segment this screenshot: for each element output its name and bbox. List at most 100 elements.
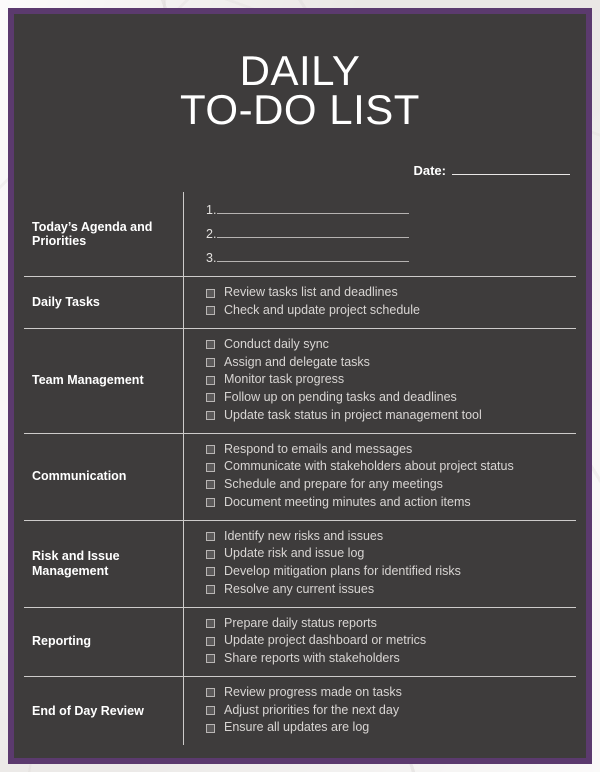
task-label: Identify new risks and issues — [224, 528, 384, 543]
line-number: 1. — [206, 203, 217, 218]
task-item: Conduct daily sync — [206, 336, 572, 354]
task-item: Review progress made on tasks — [206, 684, 572, 702]
checkbox-icon[interactable] — [206, 688, 215, 698]
priority-input[interactable] — [217, 253, 410, 263]
task-item: Update project dashboard or metrics — [206, 632, 572, 650]
task-label: Ensure all updates are log — [224, 720, 370, 735]
row-label-communication: Communication — [24, 433, 184, 520]
priority-input[interactable] — [217, 229, 410, 239]
sheet-frame: DAILY TO-DO LIST Date: Today’s Agenda an… — [8, 8, 592, 764]
task-item: Update risk and issue log — [206, 545, 572, 563]
task-label: Respond to emails and messages — [224, 441, 413, 456]
task-item: Identify new risks and issues — [206, 528, 572, 546]
row-items: Identify new risks and issues Update risk… — [184, 521, 576, 607]
task-label: Update task status in project management… — [224, 407, 482, 422]
task-label: Adjust priorities for the next day — [224, 702, 400, 717]
checkbox-icon[interactable] — [206, 498, 215, 508]
row-items: 1. 2. 3. — [184, 192, 576, 276]
table-row: Daily Tasks Review tasks list and deadlin… — [24, 276, 576, 328]
page-title: DAILY TO-DO LIST — [14, 14, 586, 133]
task-label: Review progress made on tasks — [224, 684, 402, 699]
row-items: Prepare daily status reports Update proje… — [184, 608, 576, 676]
task-label: Update project dashboard or metrics — [224, 633, 427, 648]
checkbox-icon[interactable] — [206, 549, 215, 559]
task-item: Schedule and prepare for any meetings — [206, 476, 572, 494]
title-line-1: DAILY — [239, 47, 361, 94]
todo-table: Today’s Agenda and Priorities 1. 2. 3. Daily… — [24, 192, 576, 745]
row-items: Respond to emails and messages Communicat… — [184, 434, 576, 520]
row-label-reporting: Reporting — [24, 607, 184, 676]
task-item: Assign and delegate tasks — [206, 354, 572, 372]
title-line-2: TO-DO LIST — [180, 85, 420, 133]
task-label: Update risk and issue log — [224, 546, 365, 561]
task-item: Communicate with stakeholders about proj… — [206, 458, 572, 476]
table-row: Team Management Conduct daily sync Assign … — [24, 327, 576, 433]
checkbox-icon[interactable] — [206, 462, 215, 472]
row-items: Conduct daily sync Assign and delegate ta… — [184, 329, 576, 433]
table-row: Communication Respond to emails and messa… — [24, 432, 576, 520]
numbered-line: 3. — [206, 251, 572, 265]
task-item: Prepare daily status reports — [206, 615, 572, 633]
table-row: Today’s Agenda and Priorities 1. 2. 3. — [24, 192, 576, 277]
row-label-end-of-day-review: End of Day Review — [24, 676, 184, 745]
task-item: Develop mitigation plans for identified … — [206, 563, 572, 581]
row-items: Review progress made on tasks Adjust prio… — [184, 677, 576, 745]
checkbox-icon[interactable] — [206, 393, 215, 403]
checkbox-icon[interactable] — [206, 411, 215, 421]
task-item: Document meeting minutes and action item… — [206, 494, 572, 512]
row-label-todays-agenda-and-priorities: Today’s Agenda and Priorities — [24, 192, 184, 277]
task-item: Update task status in project management… — [206, 407, 572, 425]
task-item: Respond to emails and messages — [206, 441, 572, 459]
date-label: Date — [413, 163, 442, 179]
task-label: Communicate with stakeholders about proj… — [224, 459, 514, 474]
checkbox-icon[interactable] — [206, 723, 215, 733]
task-label: Prepare daily status reports — [224, 615, 377, 630]
checkbox-icon[interactable] — [206, 444, 215, 454]
task-item: Adjust priorities for the next day — [206, 702, 572, 720]
task-label: Follow up on pending tasks and deadlines — [224, 390, 457, 404]
row-label-daily-tasks: Daily Tasks — [24, 277, 184, 328]
task-item: Review tasks list and deadlines — [206, 284, 572, 302]
task-item: Resolve any current issues — [206, 581, 572, 599]
task-item: Share reports with stakeholders — [206, 650, 572, 668]
table-row: Reporting Prepare daily status reports Upd… — [24, 606, 576, 676]
date-colon: : — [441, 163, 446, 179]
task-item: Monitor task progress — [206, 371, 572, 389]
checkbox-icon[interactable] — [206, 375, 215, 385]
table-row: Risk and Issue Management Identify new ri… — [24, 519, 576, 607]
numbered-line: 2. — [206, 227, 572, 241]
task-label: Review tasks list and deadlines — [224, 285, 398, 300]
checkbox-icon[interactable] — [206, 288, 215, 298]
task-label: Schedule and prepare for any meetings — [224, 477, 443, 491]
table-row: End of Day Review Review progress made on… — [24, 675, 576, 745]
task-item: Follow up on pending tasks and deadlines — [206, 389, 572, 407]
task-item: Ensure all updates are log — [206, 719, 572, 737]
task-item: Check and update project schedule — [206, 302, 572, 320]
numbered-line: 1. — [206, 203, 572, 217]
task-label: Assign and delegate tasks — [224, 354, 370, 369]
row-label-team-management: Team Management — [24, 328, 184, 433]
task-label: Develop mitigation plans for identified … — [224, 564, 461, 578]
todo-sheet: DAILY TO-DO LIST Date: Today’s Agenda an… — [14, 14, 586, 758]
checkbox-icon[interactable] — [206, 480, 215, 490]
row-items: Review tasks list and deadlines Check and… — [184, 277, 576, 328]
priority-input[interactable] — [217, 205, 410, 215]
date-input[interactable] — [452, 163, 570, 176]
checkbox-icon[interactable] — [206, 357, 215, 367]
task-label: Share reports with stakeholders — [224, 651, 400, 665]
checkbox-icon[interactable] — [206, 340, 215, 350]
checkbox-icon[interactable] — [206, 531, 215, 541]
checkbox-icon[interactable] — [206, 654, 215, 664]
checkbox-icon[interactable] — [206, 585, 215, 595]
checkbox-icon[interactable] — [206, 618, 215, 628]
task-label: Check and update project schedule — [224, 303, 420, 317]
checkbox-icon[interactable] — [206, 567, 215, 577]
line-number: 2. — [206, 227, 217, 242]
date-row: Date: — [14, 163, 586, 178]
checkbox-icon[interactable] — [206, 306, 215, 316]
checkbox-icon[interactable] — [206, 705, 215, 715]
row-label-risk-and-issue-management: Risk and Issue Management — [24, 520, 184, 607]
task-label: Document meeting minutes and action item… — [224, 494, 471, 509]
task-label: Conduct daily sync — [224, 336, 329, 351]
checkbox-icon[interactable] — [206, 636, 215, 646]
